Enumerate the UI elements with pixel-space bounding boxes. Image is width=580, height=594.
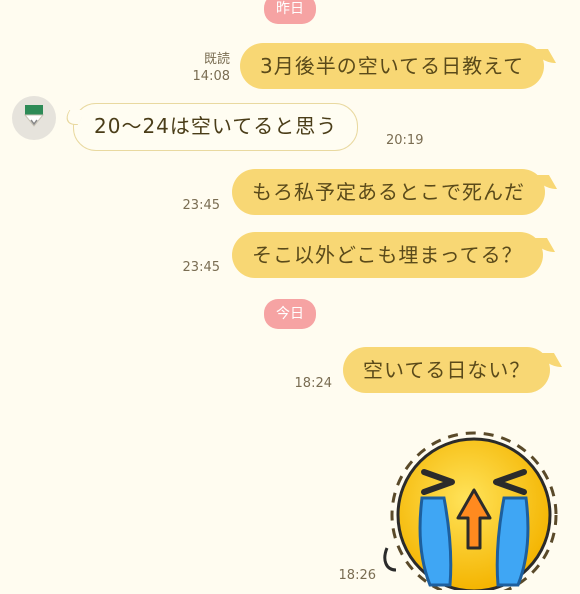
read-receipt: 既読 bbox=[203, 52, 230, 67]
message-time: 23:45 bbox=[182, 198, 220, 213]
message-time: 18:26 bbox=[338, 568, 376, 583]
message-bubble-outgoing[interactable]: 空いてる日ない？ bbox=[343, 347, 551, 393]
message-time: 23:45 bbox=[182, 260, 220, 275]
message-bubble-outgoing[interactable]: もろ私予定あるとこで死んだ bbox=[232, 169, 545, 215]
message-time: 18:24 bbox=[294, 376, 332, 391]
message-time: 20:19 bbox=[386, 133, 424, 148]
crying-face-sticker[interactable] bbox=[382, 420, 562, 594]
date-separator-yesterday: 昨日 bbox=[264, 0, 316, 24]
crying-face-icon bbox=[383, 431, 558, 594]
avatar-image bbox=[23, 105, 45, 127]
message-bubble-outgoing[interactable]: 3月後半の空いてる日教えて bbox=[240, 43, 545, 89]
contact-avatar[interactable] bbox=[12, 96, 56, 140]
message-bubble-incoming[interactable]: 20〜24は空いてると思う bbox=[73, 103, 359, 151]
message-bubble-outgoing[interactable]: そこ以外どこも埋まってる？ bbox=[232, 232, 543, 278]
message-time: 14:08 bbox=[192, 69, 230, 84]
date-separator-today: 今日 bbox=[264, 299, 316, 329]
